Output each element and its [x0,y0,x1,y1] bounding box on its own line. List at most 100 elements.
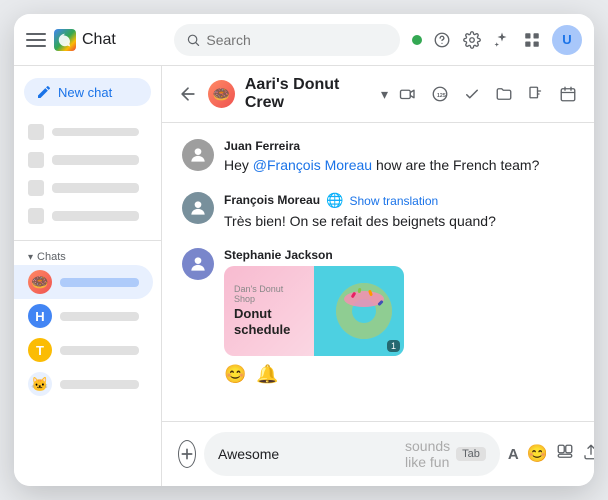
mentions-icon [28,152,44,168]
hamburger-icon[interactable] [26,30,46,50]
translate-icon: 🌐 [326,192,343,209]
attachment-icon[interactable] [556,443,574,466]
msg-content-juan: Juan Ferreira Hey @François Moreau how a… [224,139,574,176]
message-group-juan: Juan Ferreira Hey @François Moreau how a… [182,139,574,176]
avatar-juan [182,139,214,171]
calendar-icon[interactable] [558,84,578,104]
reply-icon[interactable]: 🔔 [256,364,278,385]
compose-input-area[interactable]: sounds like fun Tab [204,432,500,476]
settings-icon[interactable] [462,30,482,50]
sender-name-stephanie: Stephanie Jackson [224,248,574,262]
sender-name-francois: François Moreau [224,193,320,207]
help-icon[interactable] [432,30,452,50]
msg-content-francois: François Moreau 🌐 Show translation Très … [224,192,574,232]
sender-name-juan: Juan Ferreira [224,139,574,153]
chat-title: Aari's Donut Crew [245,76,377,112]
image-card-badge: 1 [387,340,400,352]
top-bar: Chat U [14,14,594,66]
chat-avatar-donut: 🍩 [28,270,52,294]
upload-icon[interactable] [582,443,594,466]
message-row-francois: François Moreau 🌐 Show translation Très … [182,192,574,232]
sidebar-item-home[interactable] [14,118,153,146]
logo-icon [54,29,76,51]
search-bar[interactable] [174,24,400,56]
svg-text:125: 125 [437,93,446,99]
messages-area: Juan Ferreira Hey @François Moreau how a… [162,123,594,421]
chat-label-t [60,346,139,355]
sidebar-chat-h[interactable]: H [14,299,153,333]
tab-suggestion: Tab [456,447,486,461]
chat-panel: 🍩 Aari's Donut Crew ▾ 125 [162,66,594,486]
app-window: Chat U [14,14,594,486]
section-label-text: Chats [37,251,66,263]
show-translation-link[interactable]: Show translation [349,194,438,208]
home-icon [28,124,44,140]
folder-icon[interactable] [494,84,514,104]
sidebar-item-history[interactable] [14,202,153,230]
top-bar-left: Chat [26,29,174,51]
bold-format-icon[interactable]: A [508,446,519,463]
image-card-left: Dan's Donut Shop Donut schedule [224,266,314,356]
avatar-francois [182,192,214,224]
chat-header: 🍩 Aari's Donut Crew ▾ 125 [162,66,594,123]
compose-input[interactable] [218,446,399,462]
image-card-right: 1 [314,266,404,356]
google-chat-logo: Chat [54,29,116,51]
sidebar-item-starred[interactable] [14,174,153,202]
chats-section-label[interactable]: ▾ Chats [14,247,161,265]
starred-icon [28,180,44,196]
msg-text-part2: how are the French team? [372,157,539,173]
msg-content-stephanie: Stephanie Jackson Dan's Donut Shop Donut… [224,248,574,385]
message-group-stephanie: Stephanie Jackson Dan's Donut Shop Donut… [182,248,574,385]
sidebar-chat-t[interactable]: T [14,333,153,367]
avatar-stephanie [182,248,214,280]
sidebar-chat-emoji[interactable]: 🐱 [14,367,153,401]
msg-mention-francois[interactable]: @François Moreau [253,157,372,173]
sidebar-chat-aaris-donut-crew[interactable]: 🍩 [14,265,153,299]
mentions-count-icon[interactable]: 125 [430,84,450,104]
grid-icon[interactable] [522,30,542,50]
video-icon[interactable] [398,84,418,104]
compose-add-button[interactable] [178,440,196,468]
chat-avatar-h: H [28,304,52,328]
message-row-stephanie: Stephanie Jackson Dan's Donut Shop Donut… [182,248,574,385]
message-group-francois: François Moreau 🌐 Show translation Très … [182,192,574,232]
main-area: New chat [14,66,594,486]
chat-avatar-t: T [28,338,52,362]
compose-actions: A 😊 [508,443,594,466]
chat-title-row: Aari's Donut Crew ▾ [245,76,388,112]
user-avatar[interactable]: U [552,25,582,55]
history-icon [28,208,44,224]
message-row-juan: Juan Ferreira Hey @François Moreau how a… [182,139,574,176]
back-button[interactable] [178,84,198,104]
status-dot [412,35,422,45]
image-card[interactable]: Dan's Donut Shop Donut schedule [224,266,404,356]
msg-text-part1: Hey [224,157,253,173]
app-title: Chat [82,31,116,49]
msg-text-francois: Très bien! On se refait des beignets qua… [224,211,574,232]
shop-label: Dan's Donut Shop [234,284,304,304]
chat-label-emoji [60,380,139,389]
msg-text-juan: Hey @François Moreau how are the French … [224,155,574,176]
new-chat-label: New chat [58,85,112,100]
compose-suggestion: sounds like fun [405,438,450,470]
sidebar-divider [14,240,161,241]
compose-bar: sounds like fun Tab A 😊 [162,421,594,486]
top-bar-right: U [412,25,582,55]
sparkle-icon[interactable] [492,30,512,50]
search-input[interactable] [206,32,388,48]
check-icon[interactable] [462,84,482,104]
emoji-react-icon[interactable]: 😊 [224,364,246,385]
sidebar: New chat [14,66,162,486]
emoji-icon[interactable]: 😊 [527,444,548,464]
sidebar-item-mentions[interactable] [14,146,153,174]
chevron-down-icon[interactable]: ▾ [381,86,388,103]
new-chat-button[interactable]: New chat [24,78,151,106]
chat-label-donut [60,278,139,287]
image-card-title: Donut schedule [234,306,304,337]
image-actions: 😊 🔔 [224,364,574,385]
task-icon[interactable] [526,84,546,104]
badge-number: 1 [391,341,396,351]
group-avatar: 🍩 [208,80,235,108]
chat-header-actions: 125 [398,84,578,104]
